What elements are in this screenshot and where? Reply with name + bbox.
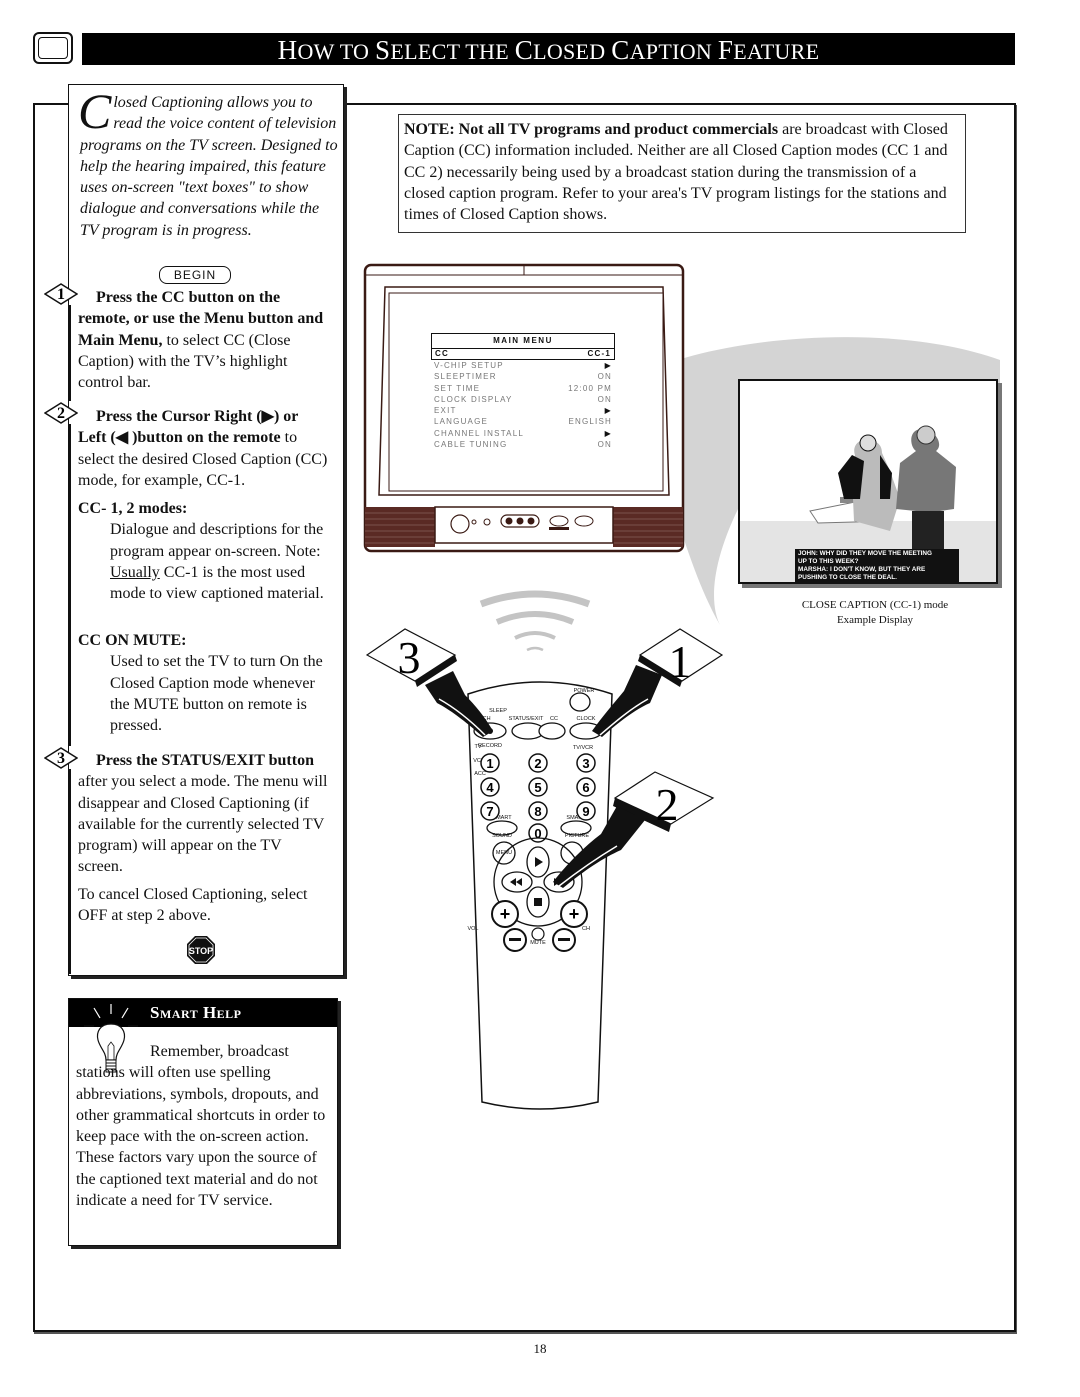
page-title: HOW TO SELECT THE CLOSED CAPTION FEATURE (82, 33, 1015, 65)
step-2-hand-pointer-icon: 2 (553, 771, 715, 888)
title-initial: C (514, 35, 534, 65)
menu-item[interactable]: LANGUAGE ENGLISH (431, 416, 615, 427)
menu-item[interactable]: SLEEPTIMER ON (431, 371, 615, 382)
svg-text:3: 3 (57, 750, 65, 767)
svg-text:TV/VCR: TV/VCR (573, 745, 593, 751)
title-initial: C (611, 35, 630, 65)
svg-text:RECORD: RECORD (478, 743, 502, 749)
caption-line: MARSHA: I DON'T KNOW, BUT THEY ARE (798, 566, 926, 573)
step-1-diamond-icon: 1 (44, 283, 78, 305)
step-2-diamond-icon: 2 (44, 402, 78, 424)
step-2-rule (69, 424, 71, 746)
submenu-arrow-icon: ▶ (604, 406, 612, 416)
svg-text:1: 1 (57, 286, 65, 303)
digit-label: 8 (534, 804, 541, 819)
begin-badge: BEGIN (159, 266, 231, 284)
cancel-text: To cancel Closed Captioning, select OFF … (78, 886, 308, 925)
svg-text:+: + (500, 904, 511, 924)
svg-text:ACC: ACC (474, 771, 486, 777)
step-3-rule (69, 769, 71, 974)
title-word: ELECT THE (390, 39, 515, 64)
digit-label: 1 (486, 756, 493, 771)
svg-text:STATUS/EXIT: STATUS/EXIT (509, 716, 544, 722)
menu-title: MAIN MENU (431, 333, 615, 349)
closed-caption-text-box: JOHN: WHY DID THEY MOVE THE MEETING UP TO… (795, 549, 959, 583)
title-word: EATURE (733, 39, 820, 64)
title-initial: F (717, 35, 734, 65)
title-initial: H (277, 35, 298, 65)
digit-label: 7 (486, 804, 493, 819)
cursor-right-icon: ▶ (261, 408, 274, 425)
svg-text:CH: CH (582, 926, 590, 932)
menu-item[interactable]: EXIT ▶ (431, 405, 615, 416)
title-word: LOSED (533, 39, 612, 64)
svg-text:CC: CC (550, 716, 558, 722)
note-box: NOTE: Not all TV programs and product co… (398, 114, 966, 233)
tv-icon (33, 32, 73, 64)
cc-modes-text: Dialogue and descriptions for the progra… (110, 521, 324, 603)
smart-help-text: Remember, broadcast stations will often … (76, 1043, 326, 1210)
page-number: 18 (533, 1341, 547, 1356)
cc-modes-section: CC- 1, 2 modes: Dialogue and description… (78, 498, 338, 604)
svg-text:1: 1 (669, 636, 692, 687)
digit-label: 3 (582, 756, 589, 771)
menu-item[interactable]: CHANNEL INSTALL ▶ (431, 428, 615, 439)
cc-modes-heading: CC- 1, 2 modes: (78, 500, 188, 517)
tv-main-menu: MAIN MENU CC CC-1 V-CHIP SETUP ▶ SLEEPTIMER… (431, 333, 615, 450)
submenu-arrow-icon: ▶ (604, 428, 612, 438)
digit-label: 2 (534, 756, 541, 771)
caption-line: JOHN: WHY DID THEY MOVE THE MEETING (798, 550, 932, 557)
stop-sign-icon: STOP (187, 936, 215, 964)
title-initial: S (375, 35, 391, 65)
svg-text:3: 3 (398, 632, 421, 683)
svg-text:2: 2 (656, 779, 679, 830)
digit-label: 0 (534, 826, 541, 841)
svg-text:VOL: VOL (467, 926, 478, 932)
menu-item[interactable]: V-CHIP SETUP ▶ (431, 360, 615, 371)
digit-label: 4 (486, 780, 494, 795)
step-2-text: Press the Cursor Right (▶) or Left (◀ )b… (78, 408, 328, 489)
menu-item[interactable]: SET TIME 12:00 PM (431, 383, 615, 394)
title-word: APTION (629, 39, 718, 64)
digit-label: 5 (534, 780, 541, 795)
menu-item[interactable]: CABLE TUNING ON (431, 439, 615, 450)
cc-on-mute-section: CC ON MUTE: Used to set the TV to turn O… (78, 630, 338, 736)
smart-help-title: Smart Help (150, 1003, 242, 1022)
menu-item-cc[interactable]: CC CC-1 (431, 349, 615, 360)
example-display-caption: CLOSE CAPTION (CC-1) mode Example Displa… (801, 599, 949, 626)
submenu-arrow-icon: ▶ (604, 361, 612, 370)
svg-text:+: + (569, 904, 580, 924)
cursor-left-icon: ◀ (115, 429, 129, 447)
step-1-text: Press the CC button on the remote, or us… (78, 289, 324, 392)
step-3-diamond-icon: 3 (44, 747, 78, 769)
step-1-rule (69, 305, 71, 401)
svg-text:TV: TV (474, 744, 481, 750)
drop-cap: C (78, 83, 112, 139)
step-1-hand-pointer-icon: 1 (592, 628, 724, 737)
step-3-hand-pointer-icon: 3 (365, 628, 493, 737)
svg-text:MENU: MENU (496, 850, 512, 856)
step-3-text: Press the STATUS/EXIT button after you s… (78, 752, 328, 876)
intro-paragraph: Closed Captioning allows you to read the… (78, 83, 338, 239)
menu-item[interactable]: CLOCK DISPLAY ON (431, 394, 615, 405)
svg-text:STOP: STOP (189, 946, 213, 956)
caption-line: PUSHING TO CLOSE THE DEAL. (798, 574, 897, 581)
cc-on-mute-text: Used to set the TV to turn On the Closed… (110, 653, 323, 735)
cc-on-mute-heading: CC ON MUTE: (78, 632, 187, 649)
svg-text:2: 2 (57, 405, 65, 422)
title-word: OW TO (297, 39, 376, 64)
caption-line: UP TO THIS WEEK? (798, 558, 859, 565)
svg-text:MUTE: MUTE (530, 940, 546, 946)
